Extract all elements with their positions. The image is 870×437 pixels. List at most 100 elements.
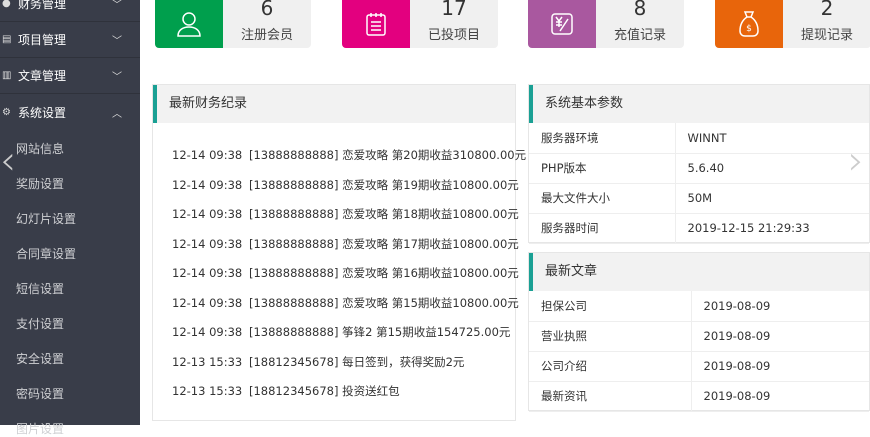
sub-item-site-info[interactable]: 网站信息 [16, 140, 64, 157]
row-key: 服务器时间 [529, 213, 676, 244]
row-value: 2019-08-09 [691, 351, 869, 382]
clipboard-icon [342, 0, 410, 48]
yen-circle-icon: ● [2, 0, 11, 9]
finance-record: 12-14 09:38 [13888888888] 筝锋2 第15期收益15472… [172, 324, 510, 340]
sub-item-security[interactable]: 安全设置 [16, 350, 64, 367]
record-text: [13888888888] 筝锋2 第15期收益154725.00元 [249, 325, 511, 339]
table-row: 公司介绍 2019-08-09 [529, 351, 869, 382]
sub-item-reward[interactable]: 奖励设置 [16, 175, 64, 192]
menu-label: 项目管理 [18, 33, 67, 47]
finance-record: 12-14 09:38 [13888888888] 恋爱攻略 第16期收益1080… [172, 265, 519, 281]
document-icon: ▥ [2, 70, 12, 81]
stat-label: 已投项目 [427, 28, 480, 43]
table-row: 服务器时间 2019-12-15 21:29:33 [529, 213, 869, 244]
row-value: 2019-08-09 [691, 291, 869, 322]
svg-text:$: $ [746, 24, 752, 34]
money-bag-icon: $ [715, 0, 783, 48]
chevron-down-icon: ﹀ [112, 72, 122, 83]
record-text: [13888888888] 恋爱攻略 第16期收益10800.00元 [249, 266, 519, 280]
stat-number: 6 [260, 0, 274, 20]
system-params-panel: 系统基本参数 服务器环境 WINNT PHP版本 5.6.40 最大文件大小 50M 服务器… [528, 84, 870, 244]
stat-label: 提现记录 [800, 28, 853, 43]
record-text: [13888888888] 恋爱攻略 第20期收益310800.00元 [249, 148, 527, 162]
chevron-up-icon: ︿ [112, 108, 122, 120]
finance-record: 12-14 09:38 [13888888888] 恋爱攻略 第18期收益1080… [172, 206, 519, 222]
record-time: 12-13 15:33 [172, 384, 243, 398]
record-text: [13888888888] 恋爱攻略 第19期收益10800.00元 [249, 177, 519, 192]
finance-record: 12-13 15:33 [18812345678] 每日签到，获得奖励2元 [172, 354, 464, 370]
table-row: 担保公司 2019-08-09 [529, 291, 869, 322]
finance-record: 12-14 09:38 [13888888888] 恋爱攻略 第17期收益1080… [172, 236, 519, 252]
panel-title: 最新文章 [529, 253, 869, 291]
record-time: 12-14 09:38 [172, 148, 243, 162]
menu-finance[interactable]: ● 财务管理 ﹀ [0, 0, 140, 22]
sub-item-slides[interactable]: 幻灯片设置 [16, 210, 76, 227]
menu-label: 财务管理 [18, 0, 67, 11]
table-row: PHP版本 5.6.40 [529, 153, 869, 184]
record-text: [13888888888] 恋爱攻略 第18期收益10800.00元 [249, 207, 519, 221]
stat-card-projects[interactable]: 17 已投项目 [342, 0, 498, 48]
menu-articles[interactable]: ▥ 文章管理 ﹀ [0, 58, 140, 94]
menu-label: 系统设置 [18, 105, 67, 120]
finance-record: 12-13 15:33 [18812345678] 投资送红包 [172, 383, 400, 399]
menu-projects[interactable]: ▤ 项目管理 ﹀ [0, 22, 140, 58]
row-value: 5.6.40 [675, 153, 869, 184]
panel-title: 最新财务纪录 [153, 85, 515, 123]
sub-item-password[interactable]: 密码设置 [16, 385, 64, 402]
row-key: 服务器环境 [529, 123, 676, 154]
row-value: WINNT [675, 123, 869, 154]
row-key: PHP版本 [529, 153, 676, 184]
record-time: 12-14 09:38 [172, 295, 243, 310]
record-time: 12-14 09:38 [172, 177, 243, 192]
record-text: [18812345678] 每日签到，获得奖励2元 [249, 354, 465, 369]
menu-system[interactable]: ⚙ 系统设置 ︿ [0, 94, 140, 130]
user-icon [155, 0, 223, 48]
menu-label: 文章管理 [18, 69, 67, 83]
finance-record: 12-14 09:38 [13888888888] 恋爱攻略 第19期收益1080… [172, 177, 519, 193]
chevron-down-icon: ﹀ [112, 36, 122, 47]
sub-item-contract-seal[interactable]: 合同章设置 [16, 245, 76, 262]
finance-panel: 最新财务纪录 12-14 09:38 [13888888888] 恋爱攻略 第20… [152, 84, 526, 421]
record-text: [13888888888] 恋爱攻略 第15期收益10800.00元 [249, 295, 519, 310]
sub-item-images[interactable]: 图片设置 [16, 420, 64, 437]
record-time: 12-14 09:38 [172, 207, 243, 221]
row-key: 营业执照 [529, 321, 692, 352]
row-key: 担保公司 [529, 291, 692, 322]
record-text: [18812345678] 投资送红包 [249, 384, 400, 398]
table-row: 最新资讯 2019-08-09 [529, 381, 869, 412]
record-time: 12-14 09:38 [172, 325, 243, 339]
record-time: 12-14 09:38 [172, 236, 243, 251]
stat-card-members[interactable]: 6 注册会员 [155, 0, 311, 48]
stat-card-recharge[interactable]: 8 充值记录 [528, 0, 684, 48]
gear-icon: ⚙ [2, 106, 11, 118]
panel-title: 系统基本参数 [529, 85, 869, 123]
row-value: 2019-12-15 21:29:33 [675, 213, 869, 244]
record-time: 12-13 15:33 [172, 354, 243, 369]
sidebar: ● 财务管理 ﹀ ▤ 项目管理 ﹀ ▥ 文章管理 ﹀ ⚙ 系统设置 ︿ 网站信息 奖励设置 幻灯… [0, 0, 140, 436]
sub-item-payment[interactable]: 支付设置 [16, 315, 64, 332]
table-row: 最大文件大小 50M [529, 183, 869, 214]
stat-number: 17 [441, 0, 467, 20]
latest-articles-panel: 最新文章 担保公司 2019-08-09 营业执照 2019-08-09 公司介绍 201… [528, 252, 870, 412]
finance-record: 12-14 09:38 [13888888888] 恋爱攻略 第20期收益3108… [172, 147, 526, 163]
stat-label: 充值记录 [613, 28, 666, 43]
finance-record: 12-14 09:38 [13888888888] 恋爱攻略 第15期收益1080… [172, 295, 519, 311]
record-time: 12-14 09:38 [172, 266, 243, 280]
row-key: 最新资讯 [529, 381, 692, 412]
table-row: 营业执照 2019-08-09 [529, 321, 869, 352]
record-text: [13888888888] 恋爱攻略 第17期收益10800.00元 [249, 236, 519, 251]
row-value: 50M [675, 183, 869, 214]
stat-number: 2 [820, 0, 834, 20]
table-row: 服务器环境 WINNT [529, 123, 869, 154]
row-key: 最大文件大小 [529, 183, 676, 214]
chevron-down-icon: ﹀ [112, 0, 122, 11]
stat-card-withdraw[interactable]: $ 2 提现记录 [715, 0, 870, 48]
stat-label: 注册会员 [240, 28, 293, 43]
carousel-next-arrow[interactable]: › [848, 138, 864, 184]
sub-item-sms[interactable]: 短信设置 [16, 280, 64, 297]
row-value: 2019-08-09 [691, 321, 869, 352]
row-value: 2019-08-09 [691, 381, 869, 412]
carousel-prev-arrow[interactable]: ‹ [0, 138, 16, 184]
stat-number: 8 [633, 0, 647, 20]
list-icon: ▤ [2, 34, 12, 45]
